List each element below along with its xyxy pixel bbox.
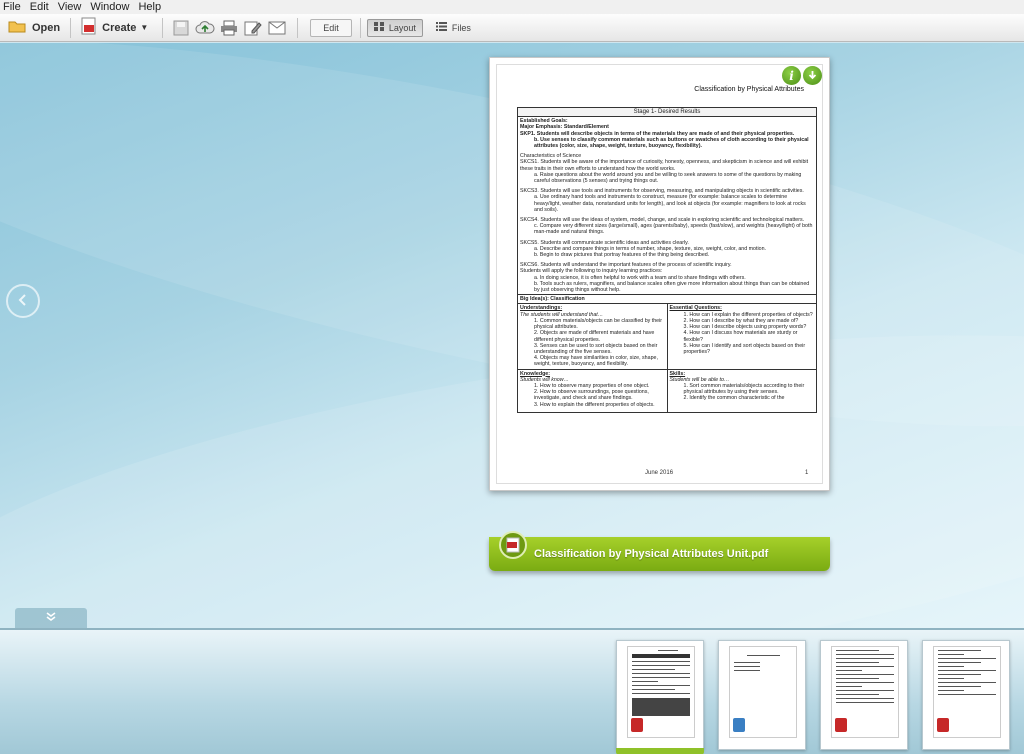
skill-item: 1. Sort common materials/objects accordi… [683, 382, 805, 396]
thumbnail-3[interactable] [820, 640, 908, 750]
download-icon[interactable] [803, 66, 822, 85]
toolbar-divider [70, 17, 72, 38]
document-table: Stage 1- Desired Results Established Goa… [517, 107, 817, 413]
thumbnail-strip [0, 628, 1024, 754]
cloud-upload-icon[interactable] [194, 17, 216, 39]
edit-mode-label: Edit [323, 22, 339, 33]
knowledge-item: 3. How to explain the different properti… [534, 401, 655, 408]
established-goals-section: Established Goals: Major Emphasis: Stand… [518, 117, 816, 296]
edit-mode-button[interactable]: Edit [310, 18, 352, 37]
question-item: 1. How can I explain the different prope… [683, 311, 813, 318]
skcs1-text: SKCS1. Students will be aware of the imp… [520, 159, 809, 172]
chevron-down-icon: ▼ [140, 23, 149, 32]
skcs1-a-text: a. Raise questions about the world aroun… [534, 171, 802, 185]
email-icon[interactable] [266, 17, 288, 39]
toolbar: Open Create ▼ Edit Layout Files [0, 14, 1024, 42]
create-pdf-icon [81, 17, 97, 38]
menu-edit[interactable]: Edit [27, 0, 55, 14]
footer-page-number: 1 [805, 470, 809, 476]
menu-file[interactable]: File [0, 0, 27, 14]
print-icon[interactable] [218, 17, 240, 39]
understanding-item: 2. Objects are made of different materia… [534, 330, 655, 343]
pdf-file-icon [499, 531, 527, 559]
understanding-item: 4. Objects may have similarities in colo… [534, 355, 658, 368]
list-icon [435, 22, 447, 33]
thumbnail-4[interactable] [922, 640, 1010, 750]
goals-title: Established Goals: [520, 118, 568, 125]
thumbnail-1[interactable] [616, 640, 704, 754]
menu-help[interactable]: Help [135, 0, 167, 14]
pdf-file-icon [835, 718, 847, 732]
skp1-b-text: b. Use senses to classify common materia… [534, 136, 809, 150]
document-filename: Classification by Physical Attributes Un… [534, 548, 769, 560]
toolbar-divider [297, 17, 299, 38]
open-button[interactable]: Open [4, 17, 64, 39]
files-mode-button[interactable]: Files [429, 19, 478, 37]
open-label: Open [32, 21, 61, 34]
menu-bar: File Edit View Window Help [0, 0, 1024, 14]
understanding-item: 3. Senses can be used to sort objects ba… [534, 342, 658, 355]
skp1-text: SKP1. Students will describe objects in … [520, 130, 795, 137]
understandings-cell: Understandings: The students will unders… [518, 304, 667, 368]
big-idea-text: Big Idea(s): Classification [520, 296, 585, 303]
menu-window[interactable]: Window [87, 0, 135, 14]
understanding-item: 1. Common materials/objects can be class… [534, 317, 663, 331]
pdf-file-icon [937, 718, 949, 732]
document-header-title: Classification by Physical Attributes [694, 86, 804, 93]
question-item: 5. How can I identify and sort objects b… [683, 342, 806, 355]
double-chevron-down-icon [45, 611, 57, 625]
skcs4-c-text: c. Compare very different sizes (large/s… [534, 223, 813, 236]
footer-date: June 2016 [645, 470, 674, 476]
document-page: Classification by Physical Attributes St… [496, 64, 823, 484]
layout-mode-label: Layout [388, 22, 416, 33]
collapse-strip-button[interactable] [15, 608, 87, 628]
knowledge-item: 2. How to observe surroundings, pose que… [534, 389, 649, 402]
create-label: Create [102, 21, 137, 34]
question-item: 4. How can I discuss how materials are s… [683, 330, 798, 343]
menu-view[interactable]: View [55, 0, 88, 14]
toolbar-divider [162, 17, 164, 38]
document-preview-card[interactable]: Classification by Physical Attributes St… [489, 57, 830, 491]
doc-file-icon [733, 718, 745, 732]
edit-pen-icon[interactable] [242, 17, 264, 39]
previous-document-button[interactable] [6, 284, 40, 318]
knowledge-cell: Knowledge: Students will know… 1. How to… [518, 370, 667, 412]
save-icon[interactable] [170, 17, 192, 39]
major-emphasis: Major Emphasis: Standard/Element [520, 124, 609, 131]
info-icon[interactable]: i [782, 66, 801, 85]
skcs3-a-text: a. Use ordinary hand tools and instrumen… [534, 194, 806, 213]
skcs6-b-text: b. Tools such as rulers, magnifiers, and… [534, 280, 810, 294]
knowledge-skills-row: Knowledge: Students will know… 1. How to… [518, 369, 817, 412]
stage-header: Stage 1- Desired Results [518, 108, 816, 118]
skills-cell: Skills: Students will be able to… 1. Sor… [666, 369, 817, 412]
files-mode-label: Files [451, 22, 471, 33]
folder-icon [8, 19, 26, 36]
create-button[interactable]: Create ▼ [77, 17, 152, 39]
big-idea-row: Big Idea(s): Classification [518, 295, 816, 305]
grid-icon [373, 22, 384, 33]
chevron-left-icon [16, 293, 30, 310]
skill-item: 2. Identify the common characteristic of… [683, 395, 785, 402]
pdf-file-icon [631, 718, 643, 732]
questions-cell: Essential Questions: 1. How can I explai… [666, 304, 817, 369]
layout-mode-button[interactable]: Layout [366, 18, 423, 37]
toolbar-divider [359, 17, 361, 38]
document-filename-banner[interactable]: Classification by Physical Attributes Un… [489, 531, 830, 571]
understandings-questions-row: Understandings: The students will unders… [518, 304, 817, 370]
thumbnail-2[interactable] [718, 640, 806, 750]
